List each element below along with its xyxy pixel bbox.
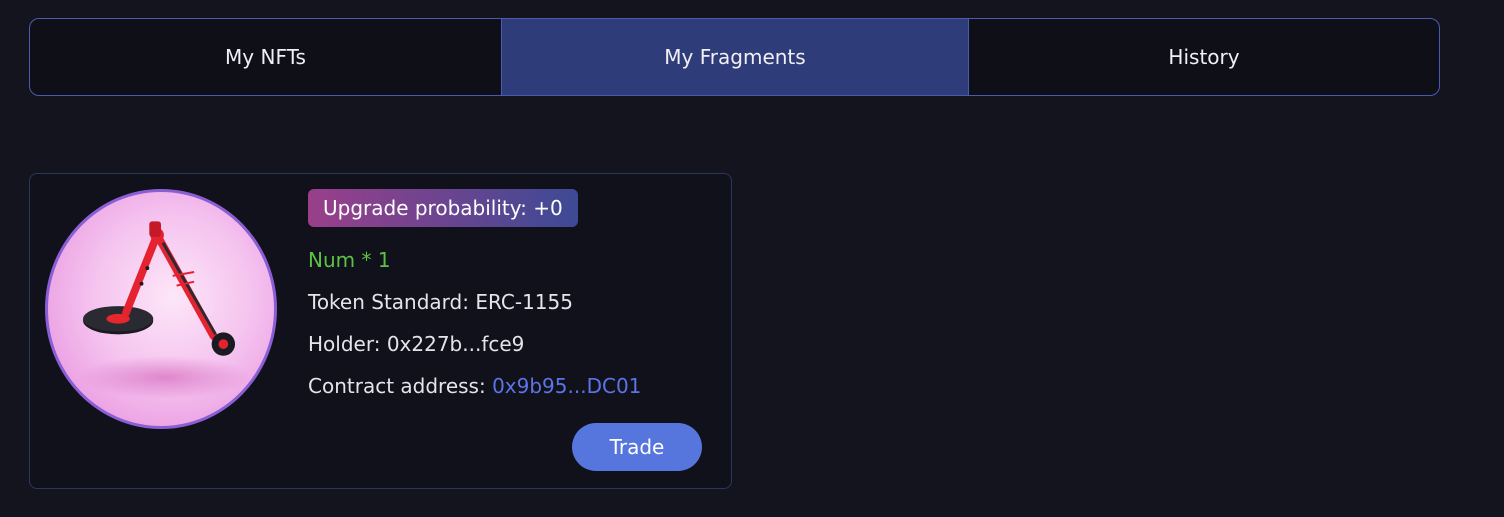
holder-value: 0x227b...fce9 — [386, 332, 525, 356]
token-standard-label: Token Standard: — [308, 290, 469, 314]
tab-history[interactable]: History — [969, 19, 1439, 95]
tab-my-nfts[interactable]: My NFTs — [30, 19, 501, 95]
tab-bar: My NFTs My Fragments History — [29, 18, 1440, 96]
upgrade-probability-badge: Upgrade probability: +0 — [308, 189, 578, 227]
token-standard-row: Token Standard: ERC-1155 — [308, 289, 708, 315]
trade-button[interactable]: Trade — [572, 423, 702, 471]
token-standard-value: ERC-1155 — [475, 290, 573, 314]
nft-image — [45, 189, 277, 429]
fragment-info: Upgrade probability: +0 Num * 1 Token St… — [308, 189, 708, 399]
fragment-count: Num * 1 — [308, 248, 391, 272]
holder-row: Holder: 0x227b...fce9 — [308, 331, 708, 357]
scooter-icon — [77, 221, 253, 399]
contract-address-link[interactable]: 0x9b95...DC01 — [492, 374, 641, 398]
fragment-card: Upgrade probability: +0 Num * 1 Token St… — [29, 173, 732, 489]
holder-label: Holder: — [308, 332, 381, 356]
tab-my-fragments[interactable]: My Fragments — [501, 19, 969, 95]
contract-label: Contract address: — [308, 374, 486, 398]
contract-row: Contract address: 0x9b95...DC01 — [308, 373, 708, 399]
